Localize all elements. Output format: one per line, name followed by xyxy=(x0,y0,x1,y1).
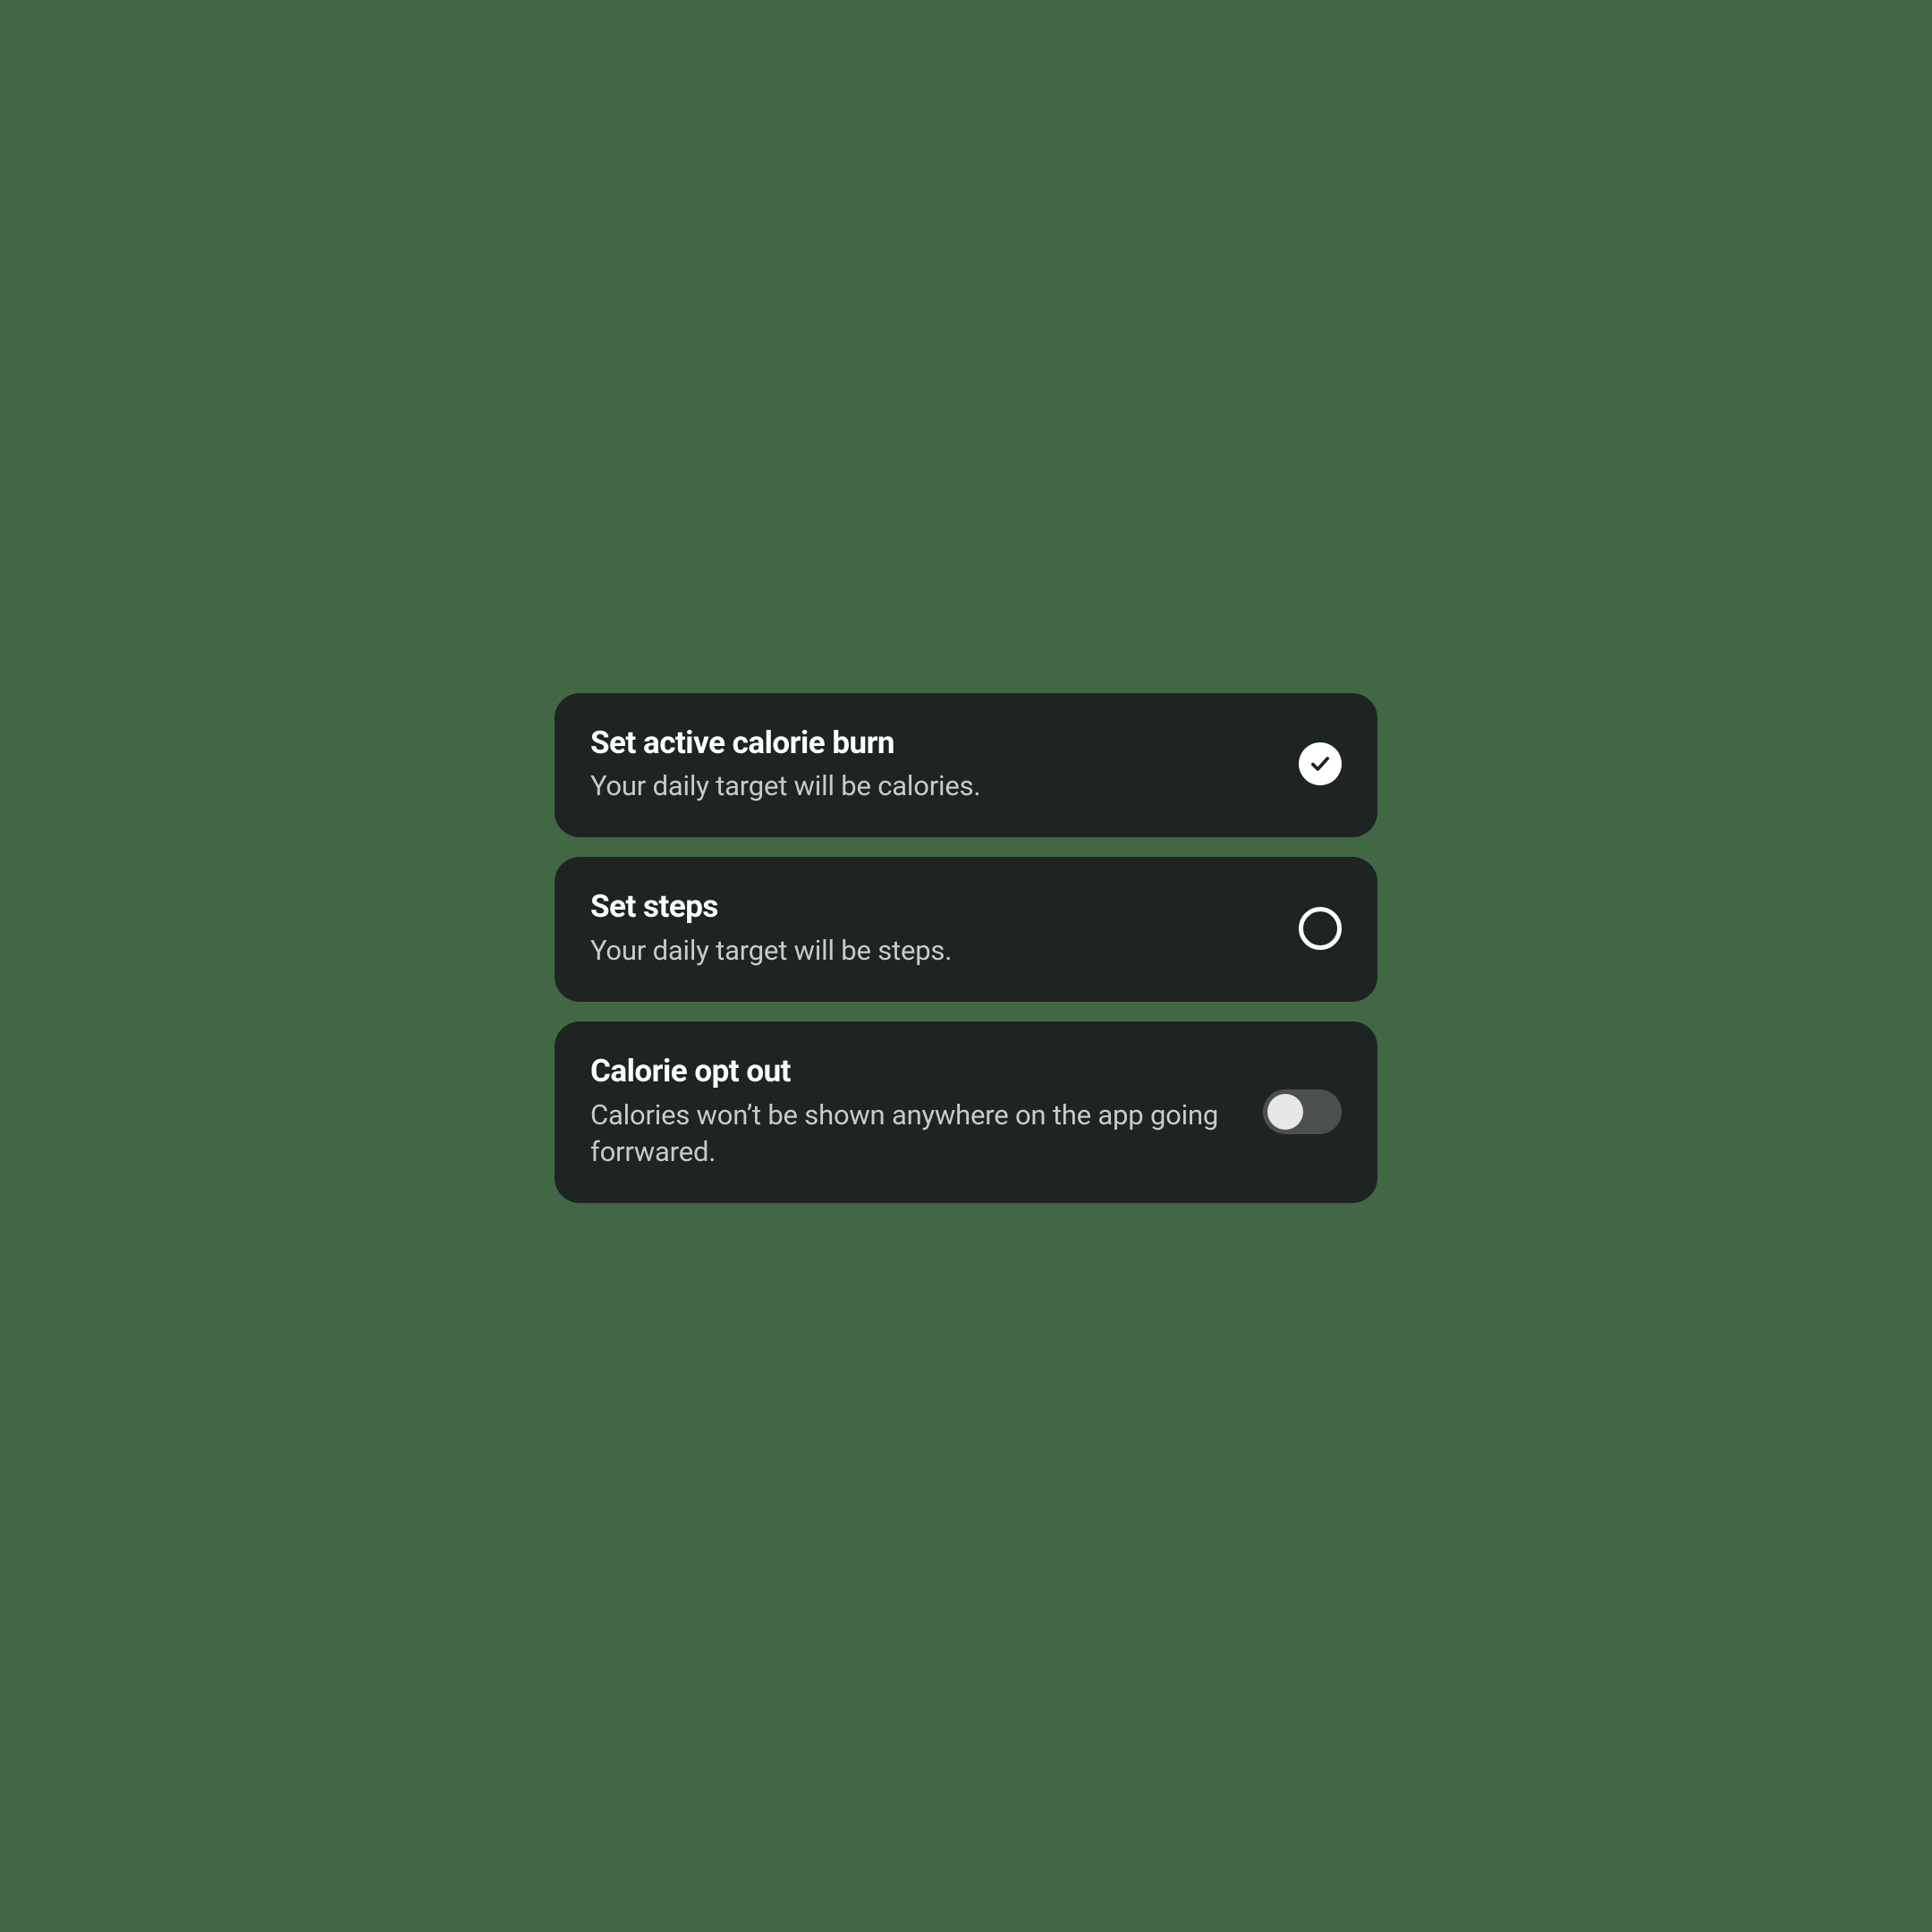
option-title: Set steps xyxy=(590,887,1272,927)
option-card-text: Set steps Your daily target will be step… xyxy=(590,887,1272,970)
option-subtitle: Your daily target will be calories. xyxy=(590,767,1272,805)
option-card-text: Calorie opt out Calories won’t be shown … xyxy=(590,1052,1236,1171)
option-title: Calorie opt out xyxy=(590,1052,1236,1091)
toggle-knob-icon xyxy=(1267,1094,1303,1130)
option-subtitle: Your daily target will be steps. xyxy=(590,932,1272,970)
option-card-steps[interactable]: Set steps Your daily target will be step… xyxy=(555,857,1377,1002)
check-icon xyxy=(1309,752,1332,775)
settings-card-list: Set active calorie burn Your daily targe… xyxy=(555,693,1377,1204)
option-card-calorie-opt-out[interactable]: Calorie opt out Calories won’t be shown … xyxy=(555,1021,1377,1203)
toggle-switch[interactable] xyxy=(1263,1089,1342,1134)
radio-selected-icon[interactable] xyxy=(1299,742,1342,785)
radio-unselected-icon[interactable] xyxy=(1299,907,1342,950)
option-card-text: Set active calorie burn Your daily targe… xyxy=(590,724,1272,806)
option-subtitle: Calories won’t be shown anywhere on the … xyxy=(590,1097,1236,1172)
option-title: Set active calorie burn xyxy=(590,724,1272,763)
option-card-calorie-burn[interactable]: Set active calorie burn Your daily targe… xyxy=(555,693,1377,838)
settings-panel-stage: Set active calorie burn Your daily targe… xyxy=(322,322,1610,1610)
